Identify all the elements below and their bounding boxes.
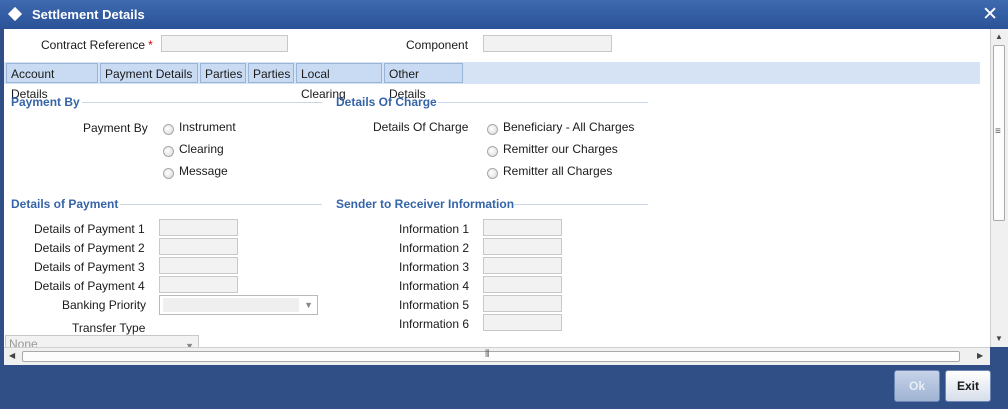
scroll-left-icon[interactable]: ◀	[9, 351, 15, 360]
information-2-label: Information 2	[399, 241, 470, 255]
charge-remitter-our-radio[interactable]	[487, 146, 498, 157]
component-input[interactable]	[483, 35, 612, 52]
payment-by-clearing-label: Clearing	[179, 142, 224, 156]
information-6-label: Information 6	[399, 317, 470, 331]
charge-remitter-our-label: Remitter our Charges	[503, 142, 618, 156]
title-bar: Settlement Details ✕	[0, 0, 1008, 29]
payment-by-section-title: Payment By	[11, 95, 80, 109]
section-divider	[120, 204, 322, 205]
details-of-payment-1-label: Details of Payment 1	[34, 222, 145, 236]
tab-payment-details[interactable]: Payment Details	[100, 63, 198, 83]
information-5-input[interactable]	[483, 295, 562, 312]
details-of-payment-2-label: Details of Payment 2	[34, 241, 145, 255]
payment-by-message-label: Message	[179, 164, 228, 178]
tab-account-details[interactable]: Account Details	[6, 63, 98, 101]
close-icon[interactable]: ✕	[982, 3, 998, 26]
scroll-down-icon[interactable]: ▼	[995, 334, 1003, 343]
banking-priority-label: Banking Priority	[62, 298, 147, 312]
chevron-down-icon: ▼	[304, 300, 313, 310]
payment-by-message-radio[interactable]	[163, 168, 174, 179]
tab-bar: Account Details Payment Details Parties …	[4, 62, 980, 101]
horizontal-scroll-thumb[interactable]: ⦀	[22, 349, 960, 362]
information-3-input[interactable]	[483, 257, 562, 274]
grip-icon: ⦀	[485, 349, 490, 360]
information-1-input[interactable]	[483, 219, 562, 236]
information-5-label: Information 5	[399, 298, 470, 312]
information-4-label: Information 4	[399, 279, 470, 293]
grip-icon: ≡	[995, 126, 1001, 137]
tab-local-clearing[interactable]: Local Clearing	[296, 63, 382, 101]
transfer-type-value: None	[9, 337, 38, 347]
information-4-input[interactable]	[483, 276, 562, 293]
payment-by-clearing-radio[interactable]	[163, 146, 174, 157]
diamond-icon	[7, 6, 23, 22]
transfer-type-label: Transfer Type	[72, 321, 146, 335]
tab-other-details[interactable]: Other Details	[384, 63, 463, 101]
charge-remitter-all-radio[interactable]	[487, 168, 498, 179]
details-of-payment-2-input[interactable]	[159, 238, 238, 255]
exit-button[interactable]: Exit	[945, 370, 991, 402]
section-divider	[82, 102, 322, 103]
section-divider	[438, 102, 648, 103]
information-2-input[interactable]	[483, 238, 562, 255]
required-mark: *	[148, 38, 153, 52]
footer-bar: Ok Exit	[0, 365, 1008, 409]
charge-beneficiary-label: Beneficiary - All Charges	[503, 120, 635, 134]
banking-priority-value	[163, 298, 299, 312]
details-of-payment-section-title: Details of Payment	[11, 197, 119, 211]
component-label: Component	[406, 38, 469, 52]
vertical-scrollbar[interactable]: ▲ ≡ ▼	[990, 29, 1008, 347]
information-3-label: Information 3	[399, 260, 470, 274]
contract-reference-label: Contract Reference *	[41, 38, 153, 52]
scroll-up-icon[interactable]: ▲	[995, 32, 1003, 41]
chevron-down-icon: ▼	[185, 341, 194, 347]
details-of-charge-section-title: Details Of Charge	[336, 95, 437, 109]
horizontal-scrollbar[interactable]: ◀ ⦀ ▶	[4, 347, 990, 365]
sender-to-receiver-section-title: Sender to Receiver Information	[336, 197, 515, 211]
section-divider	[514, 204, 648, 205]
transfer-type-select[interactable]: None ▼	[5, 335, 199, 347]
details-of-payment-3-input[interactable]	[159, 257, 238, 274]
settlement-form: Contract Reference * Component Account De…	[4, 29, 990, 347]
ok-button[interactable]: Ok	[894, 370, 940, 402]
information-6-input[interactable]	[483, 314, 562, 331]
details-of-payment-3-label: Details of Payment 3	[34, 260, 145, 274]
information-1-label: Information 1	[399, 222, 470, 236]
payment-by-label: Payment By	[83, 121, 148, 135]
details-of-charge-label: Details Of Charge	[373, 120, 469, 134]
vertical-scroll-thumb[interactable]: ≡	[993, 45, 1005, 221]
details-of-payment-4-input[interactable]	[159, 276, 238, 293]
contract-reference-input[interactable]	[161, 35, 288, 52]
payment-by-instrument-label: Instrument	[179, 120, 236, 134]
tab-parties-1[interactable]: Parties	[200, 63, 246, 83]
details-of-payment-1-input[interactable]	[159, 219, 238, 236]
charge-beneficiary-radio[interactable]	[487, 124, 498, 135]
window-title: Settlement Details	[32, 7, 145, 22]
scroll-right-icon[interactable]: ▶	[977, 351, 983, 360]
details-of-payment-4-label: Details of Payment 4	[34, 279, 145, 293]
banking-priority-select[interactable]: ▼	[159, 295, 318, 315]
charge-remitter-all-label: Remitter all Charges	[503, 164, 613, 178]
tab-parties-2[interactable]: Parties	[248, 63, 294, 83]
payment-by-instrument-radio[interactable]	[163, 124, 174, 135]
